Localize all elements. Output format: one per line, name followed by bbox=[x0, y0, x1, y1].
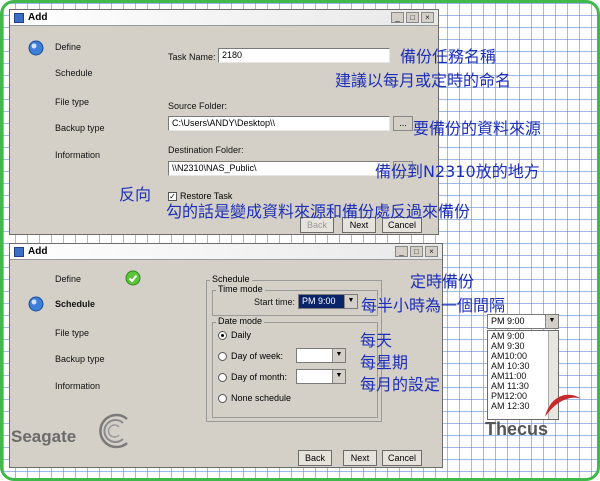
source-folder-input[interactable]: C:\Users\ANDY\Desktop\\ bbox=[168, 116, 390, 131]
annotation-reverse-explain: 勾的話是變成資料來源和備份處反過來備份 bbox=[166, 202, 471, 221]
maximize-icon[interactable]: □ bbox=[410, 246, 423, 257]
seagate-logo: Seagate bbox=[11, 427, 77, 446]
nav-backup-type[interactable]: Backup type bbox=[55, 123, 105, 133]
seagate-logo-icon bbox=[99, 413, 128, 449]
day-of-month-select[interactable]: ▼ bbox=[296, 369, 346, 384]
day-of-week-label: Day of week: bbox=[231, 351, 284, 361]
day-of-week-select[interactable]: ▼ bbox=[296, 348, 346, 363]
start-time-value: PM 9:00 bbox=[302, 296, 336, 306]
minimize-icon[interactable]: _ bbox=[391, 12, 404, 23]
start-time-select[interactable]: PM 9:00 ▼ bbox=[298, 294, 358, 309]
window-title: Add bbox=[28, 12, 48, 23]
thecus-logo: Thecus bbox=[485, 419, 549, 439]
annotation-daily: 每天 bbox=[360, 331, 393, 350]
screenshot-frame: Add _ □ × Define Schedule File type Back… bbox=[0, 0, 600, 481]
source-folder-label: Source Folder: bbox=[168, 101, 228, 111]
nav-define[interactable]: Define bbox=[55, 42, 81, 52]
time-dropdown-selected: PM 9:00 bbox=[491, 316, 525, 326]
annotation-monthly: 每月的設定 bbox=[360, 375, 441, 394]
task-name-input[interactable]: 2180 bbox=[218, 48, 390, 63]
radio-selected-icon bbox=[218, 330, 227, 340]
daily-radio[interactable]: Daily bbox=[218, 330, 251, 340]
app-icon bbox=[14, 13, 24, 23]
next-button[interactable]: Next bbox=[343, 450, 377, 466]
checkmark-icon bbox=[125, 270, 141, 286]
time-mode-title: Time mode bbox=[216, 284, 265, 294]
current-step-icon bbox=[28, 40, 44, 56]
day-of-month-radio[interactable]: Day of month: bbox=[218, 372, 287, 382]
window-title: Add bbox=[28, 246, 48, 257]
source-browse-button[interactable]: ... bbox=[393, 116, 413, 131]
annotation-source: 要備份的資料來源 bbox=[413, 119, 542, 138]
annotation-reverse: 反向 bbox=[119, 185, 152, 204]
annotation-task-name: 備份任務名稱 bbox=[400, 47, 497, 66]
cancel-button[interactable]: Cancel bbox=[382, 450, 422, 466]
thecus-logo-icon bbox=[545, 394, 581, 417]
none-schedule-radio[interactable]: None schedule bbox=[218, 393, 291, 403]
day-of-month-label: Day of month: bbox=[231, 372, 288, 382]
time-dropdown-header[interactable]: PM 9:00 ▼ bbox=[487, 314, 559, 329]
nav-file-type[interactable]: File type bbox=[55, 97, 89, 107]
destination-folder-label: Destination Folder: bbox=[168, 145, 244, 155]
app-icon bbox=[14, 247, 24, 257]
start-time-label: Start time: bbox=[254, 297, 296, 307]
annotation-weekly: 每星期 bbox=[360, 353, 409, 372]
daily-label: Daily bbox=[231, 330, 252, 340]
chevron-down-icon[interactable]: ▼ bbox=[332, 349, 345, 362]
schedule-group-title: Schedule bbox=[210, 274, 252, 284]
day-of-week-radio[interactable]: Day of week: bbox=[218, 351, 283, 361]
close-icon[interactable]: × bbox=[421, 12, 434, 23]
radio-icon bbox=[218, 372, 227, 382]
date-mode-title: Date mode bbox=[216, 316, 265, 326]
nav-information[interactable]: Information bbox=[55, 150, 100, 160]
chevron-down-icon[interactable]: ▼ bbox=[344, 295, 357, 308]
current-step-icon bbox=[28, 296, 44, 312]
chevron-down-icon[interactable]: ▼ bbox=[332, 370, 345, 383]
nav-file-type[interactable]: File type bbox=[55, 328, 89, 338]
back-button[interactable]: Back bbox=[298, 450, 332, 466]
maximize-icon[interactable]: □ bbox=[406, 12, 419, 23]
nav-backup-type[interactable]: Backup type bbox=[55, 354, 105, 364]
chevron-down-icon[interactable]: ▼ bbox=[545, 315, 558, 328]
annotation-half-hour: 每半小時為一個間隔 bbox=[361, 296, 506, 315]
nav-information[interactable]: Information bbox=[55, 381, 100, 391]
destination-folder-input[interactable]: \\N2310\NAS_Public\ bbox=[168, 161, 390, 176]
annotation-naming-tip: 建議以每月或定時的命名 bbox=[335, 71, 512, 90]
task-name-label: Task Name: bbox=[168, 52, 216, 62]
annotation-destination: 備份到N2310放的地方 bbox=[375, 162, 540, 181]
annotation-scheduled-backup: 定時備份 bbox=[410, 272, 475, 291]
nav-schedule[interactable]: Schedule bbox=[55, 299, 95, 309]
close-icon[interactable]: × bbox=[425, 246, 438, 257]
nav-schedule[interactable]: Schedule bbox=[55, 68, 93, 78]
none-schedule-label: None schedule bbox=[231, 393, 292, 403]
radio-icon bbox=[218, 351, 227, 361]
window-titlebar: Add _ □ × bbox=[10, 244, 442, 260]
window-titlebar: Add _ □ × bbox=[10, 10, 438, 26]
radio-icon bbox=[218, 393, 227, 403]
nav-define[interactable]: Define bbox=[55, 274, 81, 284]
minimize-icon[interactable]: _ bbox=[395, 246, 408, 257]
